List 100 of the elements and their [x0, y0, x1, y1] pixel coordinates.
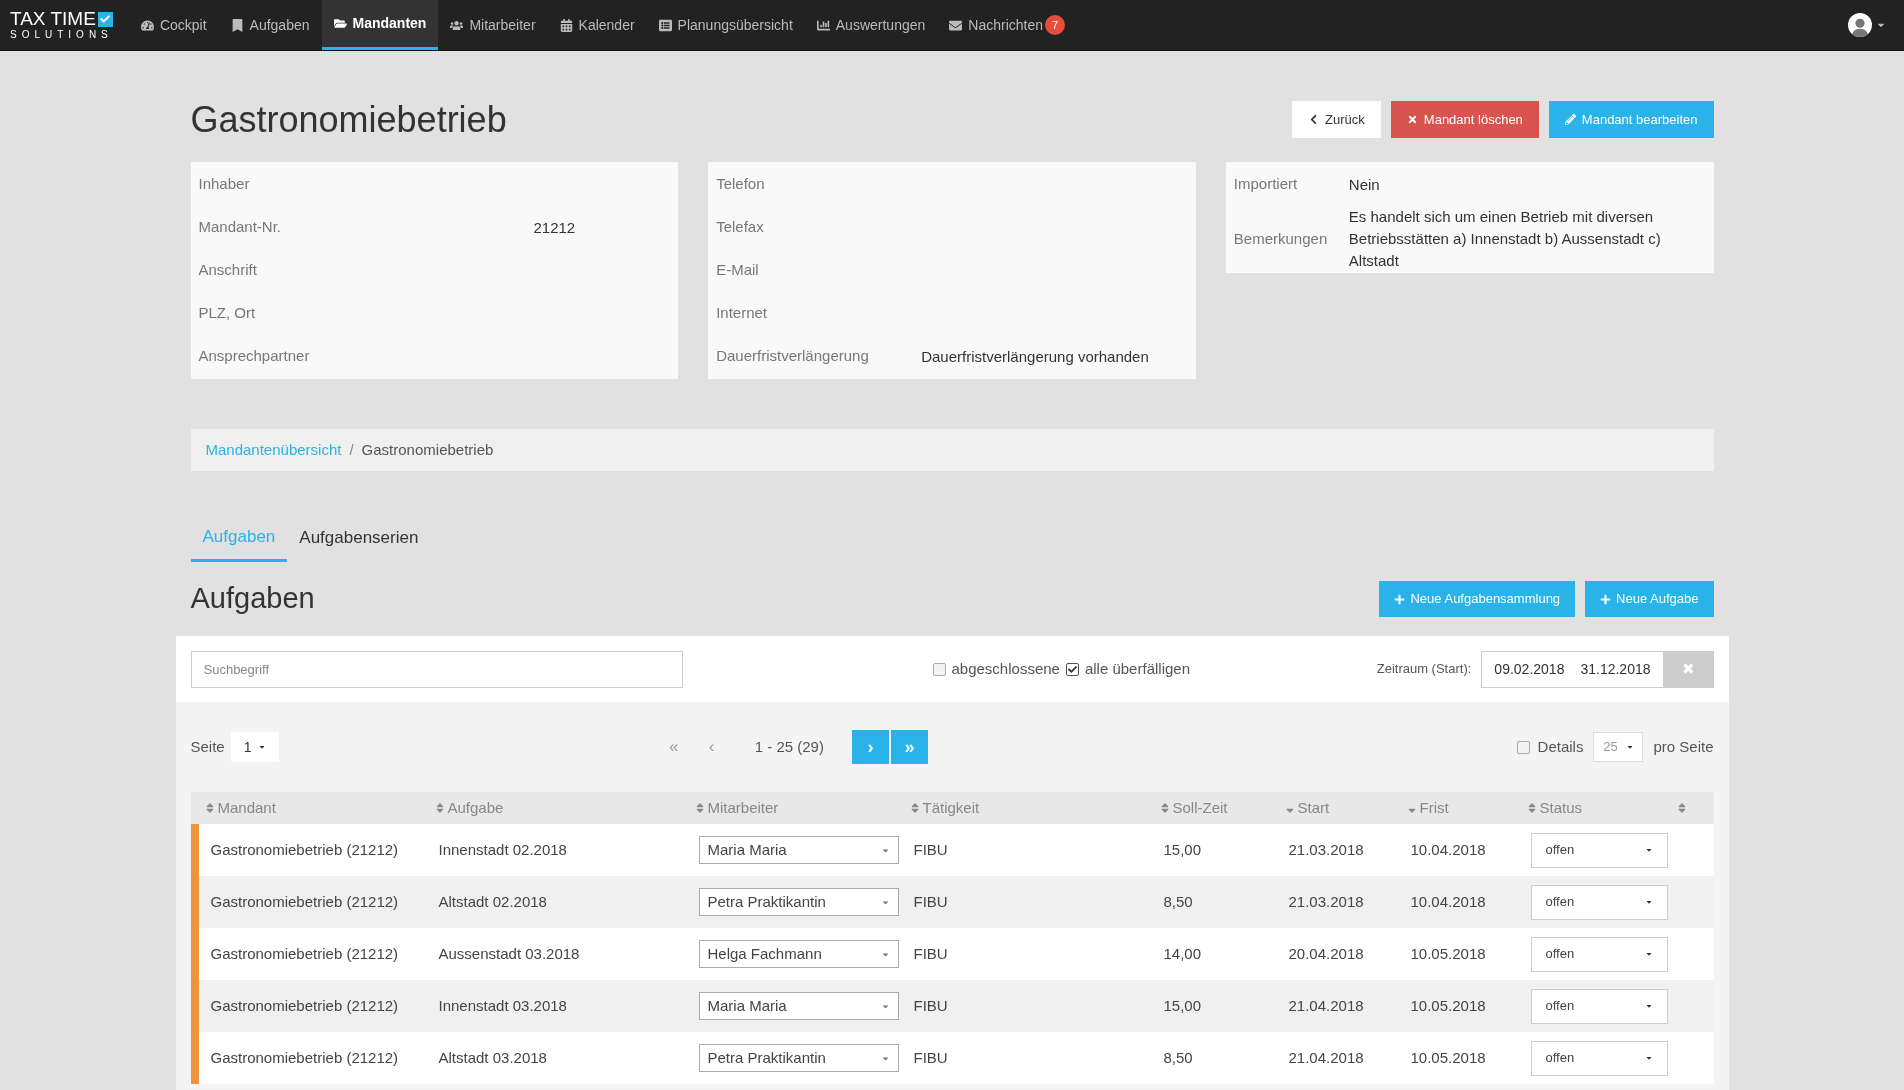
checkbox[interactable] [1516, 740, 1530, 754]
table-cell-text: 10.05.2018 [1410, 943, 1487, 964]
field-value: Nein [1348, 174, 1381, 195]
close-icon [1406, 114, 1418, 125]
period-label: Zeitraum (Start): [1376, 660, 1472, 679]
user-avatar-icon [1848, 13, 1872, 37]
field-label: E-Mail [716, 260, 760, 281]
table-cell-text: Aussenstadt 03.2018 [438, 943, 581, 964]
employee-select[interactable]: Petra Praktikantin [698, 888, 899, 916]
nav-item[interactable]: Aufgaben [218, 0, 322, 50]
table-cell-text: 21.04.2018 [1288, 995, 1365, 1016]
field-label: Dauerfristverlängerung [716, 346, 870, 367]
pager-range: 1 - 25 (29) [754, 736, 824, 757]
table-cell-text: Gastronomiebetrieb (21212) [210, 839, 400, 860]
nav-item[interactable]: Auswertungen [804, 0, 938, 50]
folder-icon [333, 17, 347, 30]
users-icon [450, 18, 464, 32]
envelope-icon [949, 18, 963, 32]
tab[interactable]: Aufgabenserien [287, 514, 431, 562]
table-cell-text: 10.05.2018 [1410, 1047, 1487, 1068]
table-cell-text: 10.04.2018 [1410, 839, 1487, 860]
field-label: Telefax [716, 217, 765, 238]
caret-icon [1644, 898, 1653, 906]
sort-icon[interactable] [434, 802, 445, 814]
nav-item[interactable]: Nachrichten 7 [937, 0, 1077, 50]
checkbox[interactable] [1065, 662, 1079, 676]
gauge-icon [140, 18, 154, 32]
table-cell-text: Gastronomiebetrieb (21212) [210, 995, 400, 1016]
page-label: Seite [190, 736, 225, 757]
status-select[interactable]: offen [1530, 936, 1668, 972]
back-button[interactable]: Zurück [1292, 101, 1381, 138]
table-cell-text: 21.04.2018 [1288, 1047, 1365, 1068]
sort-icon[interactable] [1676, 802, 1687, 814]
page-title: Gastronomiebetrieb [190, 97, 507, 142]
nav-item[interactable]: Mandanten [321, 0, 439, 50]
pencil-icon [1564, 114, 1576, 125]
caret-icon [1644, 1002, 1653, 1010]
table-cell-text: 21.03.2018 [1288, 891, 1365, 912]
status-select[interactable]: offen [1530, 884, 1668, 920]
delete-button[interactable]: Mandant löschen [1390, 101, 1539, 138]
employee-select[interactable]: Helga Fachmann [698, 940, 899, 968]
table-cell-text: Gastronomiebetrieb (21212) [210, 1047, 400, 1068]
sort-icon[interactable] [694, 802, 705, 814]
field-label: Mandant-Nr. [198, 217, 283, 238]
field-value: 21212 [533, 217, 577, 238]
nav-item[interactable]: Cockpit [128, 0, 219, 50]
table-cell-text: 20.04.2018 [1288, 943, 1365, 964]
table-cell-text: Altstadt 02.2018 [438, 891, 548, 912]
search-field[interactable]: Suchbegriff [190, 650, 683, 688]
sort-icon[interactable] [1159, 802, 1170, 814]
bookmark-icon [230, 18, 244, 32]
brand-logo[interactable]: TAX TIME SOLUTIONS [0, 0, 123, 50]
table-cell-text: FIBU [913, 1047, 949, 1068]
caret-icon [257, 743, 266, 751]
field-label: Internet [716, 303, 769, 324]
nav-item[interactable]: Kalender [547, 0, 647, 50]
nav-item[interactable]: Planungsübersicht [646, 0, 805, 50]
checkbox[interactable] [932, 662, 946, 676]
employee-select[interactable]: Maria Maria [698, 836, 899, 864]
table-cell-text: 21.03.2018 [1288, 839, 1365, 860]
field-label: Telefon [716, 174, 766, 195]
sort-icon[interactable] [204, 802, 215, 814]
table-cell-text: 10.04.2018 [1410, 891, 1487, 912]
caret-icon [1644, 1054, 1653, 1062]
table-cell-text: Innenstadt 02.2018 [438, 839, 568, 860]
sort-icon[interactable] [909, 802, 920, 814]
table-cell-text: FIBU [913, 891, 949, 912]
date-range-field[interactable]: 09.02.2018 31.12.2018 [1481, 650, 1664, 688]
field-label: Anschrift [198, 260, 258, 281]
sort-icon[interactable] [1526, 802, 1537, 814]
table-cell-text: 8,50 [1163, 891, 1194, 912]
checkbox-label: alle überfälligen [1084, 658, 1190, 679]
nav-item[interactable]: Mitarbeiter [438, 0, 548, 50]
table-cell-text: 10.05.2018 [1410, 995, 1487, 1016]
field-label: Bemerkungen [1233, 228, 1329, 249]
plus-icon [1394, 593, 1406, 605]
table-cell-text: FIBU [913, 839, 949, 860]
page-select[interactable]: 1 [230, 732, 279, 762]
table-cell-text: FIBU [913, 995, 949, 1016]
status-select[interactable]: offen [1530, 1040, 1668, 1076]
table-cell-text: 14,00 [1163, 943, 1203, 964]
status-select[interactable]: offen [1530, 988, 1668, 1024]
caret-icon [1644, 950, 1653, 958]
field-value: Dauerfristverlängerung vorhanden [921, 346, 1150, 367]
checkbox-label: abgeschlossene [951, 658, 1060, 679]
table-cell-text: FIBU [913, 943, 949, 964]
table-cell-text: Gastronomiebetrieb (21212) [210, 943, 400, 964]
status-select[interactable]: offen [1530, 832, 1668, 868]
employee-select[interactable]: Petra Praktikantin [698, 1044, 899, 1072]
plus-icon [1600, 593, 1612, 605]
checkbox-label: Details [1537, 736, 1584, 757]
employee-select[interactable]: Maria Maria [698, 992, 899, 1020]
checkbox-logo-icon [97, 11, 113, 27]
logo-subtext: SOLUTIONS [10, 29, 113, 41]
table-cell-text: Innenstadt 03.2018 [438, 995, 568, 1016]
breadcrumb-separator: / [349, 439, 354, 460]
list-icon [658, 18, 672, 32]
caret-icon [1625, 743, 1634, 751]
per-page-label: pro Seite [1653, 736, 1714, 757]
field-label: Importiert [1233, 174, 1299, 195]
